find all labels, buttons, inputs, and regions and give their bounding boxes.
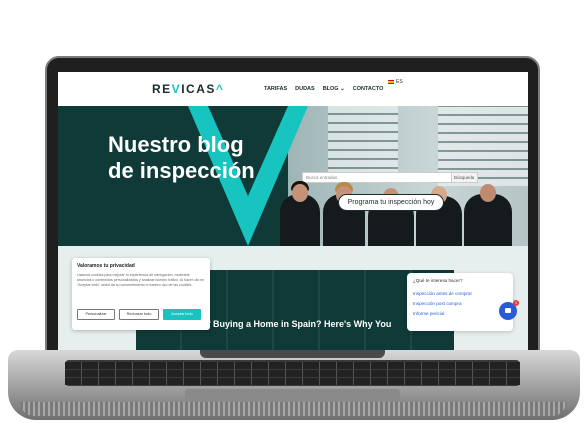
chat-option-pre-purchase[interactable]: Inspección antes de comprar (413, 291, 507, 296)
main-menu: TARIFAS DUDAS BLOG ⌄ CONTACTO (264, 86, 383, 92)
cookie-title: Valoramos tu privacidad (77, 263, 135, 269)
spain-flag-icon (388, 80, 394, 84)
cookie-accept-button[interactable]: Aceptar todo (163, 309, 201, 320)
cookie-body: Usamos cookies para mejorar tu experienc… (77, 273, 205, 287)
laptop-keyboard (65, 360, 520, 386)
cookie-consent-banner: Valoramos tu privacidad Usamos cookies p… (72, 258, 210, 330)
laptop-front-edge (20, 402, 566, 416)
logo-v: V (171, 82, 182, 96)
key-row (65, 362, 520, 369)
hero-title-line2: de inspección (108, 158, 255, 183)
menu-item-contacto[interactable]: CONTACTO (353, 86, 384, 92)
menu-item-dudas[interactable]: DUDAS (295, 86, 315, 92)
cookie-buttons: Personalizar Rechazar todo Aceptar todo (77, 309, 205, 320)
laptop-hinge (200, 350, 385, 358)
menu-item-tarifas[interactable]: TARIFAS (264, 86, 287, 92)
blog-search-button[interactable]: Búsqueda (451, 173, 477, 182)
laptop-screen: REVICAS^ TARIFAS DUDAS BLOG ⌄ CONTACTO E… (58, 72, 528, 350)
language-label: ES (396, 79, 403, 85)
blog-search-input[interactable]: Busca entradas (303, 173, 451, 182)
building-facade (328, 106, 398, 176)
key-row (65, 378, 520, 385)
schedule-inspection-button[interactable]: Programa tu inspección hoy (338, 194, 444, 211)
logo-text: RE (152, 82, 172, 96)
chat-option-expert-report[interactable]: Informe pericial (413, 311, 507, 316)
laptop-trackpad (185, 389, 400, 403)
language-switcher[interactable]: ES (388, 79, 403, 85)
cookie-customize-button[interactable]: Personalizar (77, 309, 115, 320)
site-navbar: REVICAS^ TARIFAS DUDAS BLOG ⌄ CONTACTO E… (58, 72, 528, 106)
site-logo[interactable]: REVICAS^ (152, 82, 224, 96)
team-member-face (292, 184, 308, 202)
chat-widget-panel: ¿Qué te interesa hacer? Inspección antes… (407, 273, 513, 331)
chat-question: ¿Qué te interesa hacer? (413, 278, 463, 283)
key-row (65, 370, 520, 377)
team-member-face (480, 184, 496, 202)
hero-title: Nuestro blog de inspección (108, 132, 255, 184)
chat-notification-badge: 1 (513, 300, 519, 306)
menu-item-blog[interactable]: BLOG ⌄ (323, 86, 345, 92)
cookie-reject-button[interactable]: Rechazar todo (119, 309, 159, 320)
blog-search-form: Busca entradas Búsqueda (302, 172, 478, 183)
hero-title-line1: Nuestro blog (108, 132, 244, 157)
chat-option-post-purchase[interactable]: Inspección post compra (413, 301, 507, 306)
logo-accent: ^ (215, 82, 225, 96)
hero-banner: Nuestro blog de inspección Busca entrada… (58, 106, 528, 246)
logo-text-rest: ICAS (181, 82, 216, 96)
